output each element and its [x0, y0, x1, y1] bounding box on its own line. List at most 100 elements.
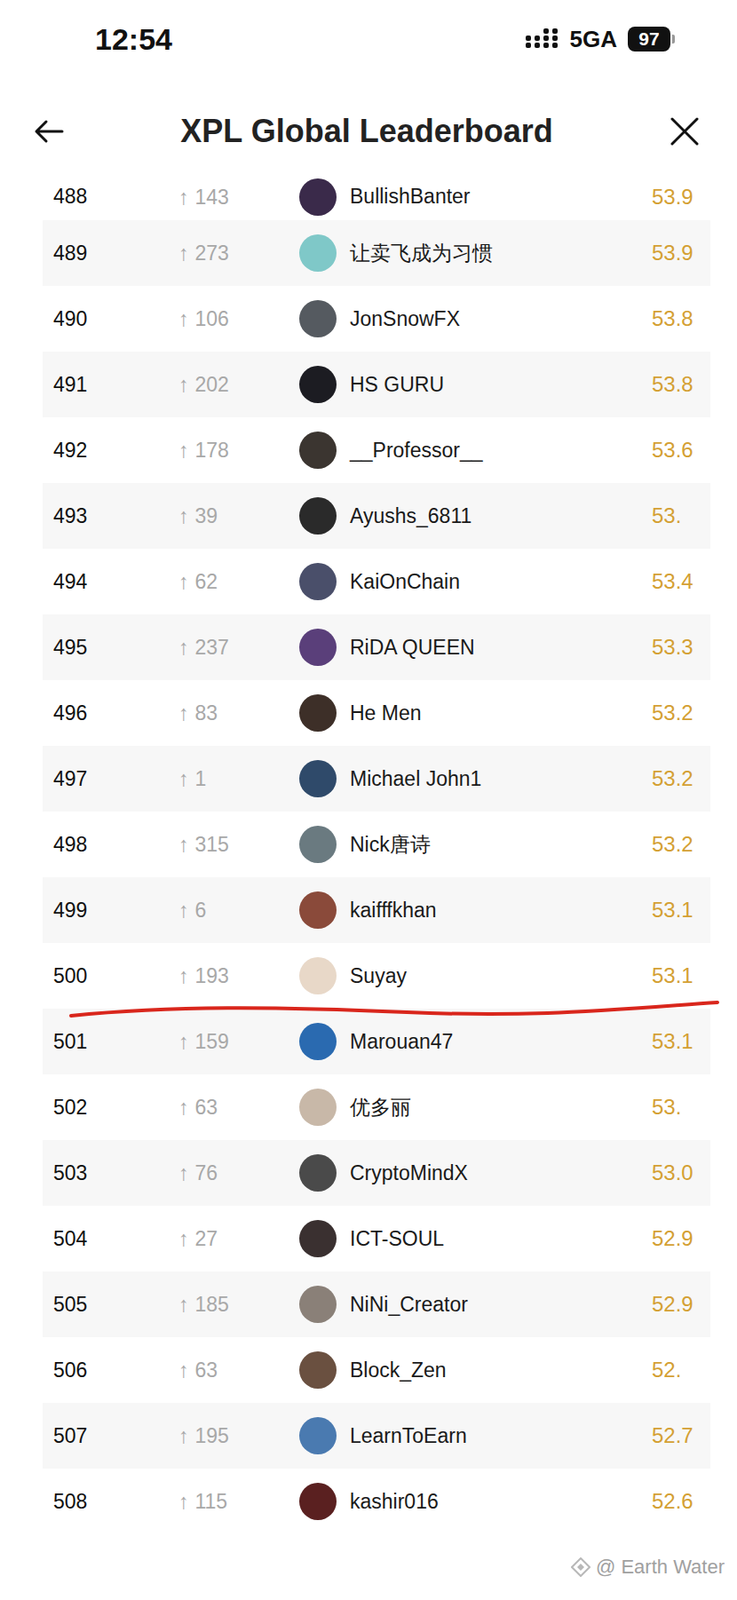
avatar	[299, 1220, 337, 1258]
up-arrow: ↑	[178, 897, 190, 922]
avatar	[299, 891, 337, 929]
rank: 499	[53, 898, 179, 923]
leaderboard-row[interactable]: 503 ↑ 76 CryptoMindX 53.0	[42, 1140, 711, 1206]
leaderboard-row[interactable]: 494 ↑ 62 KaiOnChain 53.4	[42, 548, 711, 615]
up-arrow: ↑	[178, 832, 190, 856]
leaderboard-row[interactable]: 508 ↑ 115 kashir016 52.6	[42, 1468, 711, 1535]
user-name: NiNi_Creator	[336, 1292, 652, 1317]
avatar	[299, 365, 337, 404]
up-arrow: ↑	[178, 184, 190, 209]
battery-level: 97	[627, 26, 671, 52]
user-name: ICT-SOUL	[336, 1227, 652, 1252]
leaderboard-row[interactable]: 504 ↑ 27 ICT-SOUL 52.9	[42, 1205, 711, 1272]
user-name: RiDA QUEEN	[336, 635, 652, 660]
rank: 503	[53, 1161, 179, 1186]
leaderboard-row[interactable]: 507 ↑ 195 LearnToEarn 52.7	[42, 1402, 711, 1469]
leaderboard-row[interactable]: 500 ↑ 193 Suyay 53.1	[42, 943, 711, 1009]
rank-change: ↑ 106	[178, 306, 300, 332]
score: 52.9	[651, 1291, 706, 1317]
user-name: 优多丽	[336, 1093, 652, 1122]
up-arrow: ↑	[178, 766, 190, 791]
user-name: Nick唐诗	[336, 831, 652, 859]
leaderboard-screen: 12:54 5GA 97 XPL Global Leaderboard 488 …	[0, 0, 737, 1600]
up-arrow: ↑	[178, 1094, 190, 1119]
rank: 508	[53, 1489, 179, 1514]
avatar	[299, 1154, 337, 1192]
user-name: LearnToEarn	[336, 1424, 652, 1449]
avatar	[299, 562, 337, 601]
avatar	[299, 1285, 337, 1324]
rank-change: ↑ 83	[178, 700, 300, 726]
rank-change: ↑ 143	[178, 184, 300, 210]
leaderboard-row[interactable]: 498 ↑ 315 Nick唐诗 53.2	[42, 811, 711, 878]
status-time: 12:54	[95, 22, 173, 57]
rank: 493	[53, 504, 179, 529]
rank-change: ↑ 6	[178, 897, 300, 923]
leaderboard-row[interactable]: 502 ↑ 63 优多丽 53.	[42, 1074, 711, 1141]
rank-change: ↑ 62	[178, 569, 300, 595]
score: 52.	[651, 1357, 706, 1383]
watermark-text: @ Earth Water	[595, 1555, 725, 1579]
rank-change: ↑ 185	[178, 1291, 300, 1317]
avatar	[299, 234, 337, 272]
leaderboard-row[interactable]: 506 ↑ 63 Block_Zen 52.	[42, 1337, 711, 1403]
battery-icon: 97	[627, 26, 675, 52]
leaderboard-row[interactable]: 499 ↑ 6 kaifffkhan 53.1	[42, 877, 711, 944]
avatar	[299, 825, 337, 864]
leaderboard-row[interactable]: 490 ↑ 106 JonSnowFX 53.8	[42, 285, 711, 352]
up-arrow: ↑	[178, 1489, 190, 1514]
score: 53.8	[651, 372, 706, 397]
avatar	[299, 957, 337, 995]
leaderboard-row[interactable]: 493 ↑ 39 Ayushs_6811 53.	[42, 483, 711, 549]
rank: 497	[53, 767, 179, 792]
score: 53.9	[651, 184, 706, 210]
header-bar: XPL Global Leaderboard	[0, 95, 737, 174]
avatar	[299, 1022, 337, 1061]
user-name: Ayushs_6811	[336, 504, 652, 529]
rank-change: ↑ 115	[178, 1489, 300, 1514]
rank: 507	[53, 1424, 179, 1449]
watermark-bar: @ Earth Water	[0, 1534, 737, 1600]
rank: 502	[53, 1095, 179, 1120]
leaderboard-row[interactable]: 491 ↑ 202 HS GURU 53.8	[42, 351, 711, 418]
leaderboard-row[interactable]: 488 ↑ 143 BullishBanter 53.9	[42, 173, 711, 221]
score: 53.2	[651, 700, 706, 726]
network-type: 5GA	[570, 25, 618, 54]
up-arrow: ↑	[178, 569, 190, 594]
up-arrow: ↑	[178, 240, 190, 265]
rank: 496	[53, 701, 179, 726]
leaderboard-row[interactable]: 489 ↑ 273 让卖飞成为习惯 53.9	[42, 220, 711, 286]
back-arrow-icon[interactable]	[33, 118, 64, 144]
leaderboard-row[interactable]: 495 ↑ 237 RiDA QUEEN 53.3	[42, 614, 711, 681]
diamond-logo-icon	[570, 1557, 591, 1578]
rank: 495	[53, 635, 179, 660]
user-name: CryptoMindX	[336, 1161, 652, 1186]
leaderboard-list: 488 ↑ 143 BullishBanter 53.9 489 ↑ 273 让…	[42, 173, 711, 1535]
leaderboard-row[interactable]: 505 ↑ 185 NiNi_Creator 52.9	[42, 1271, 711, 1338]
rank: 490	[53, 307, 179, 332]
leaderboard-row[interactable]: 492 ↑ 178 __Professor__ 53.6	[42, 417, 711, 484]
score: 52.6	[651, 1489, 706, 1514]
rank-change: ↑ 76	[178, 1160, 300, 1186]
avatar	[299, 1482, 337, 1521]
up-arrow: ↑	[178, 1226, 190, 1251]
rank: 491	[53, 372, 179, 397]
up-arrow: ↑	[178, 1029, 190, 1054]
up-arrow: ↑	[178, 963, 190, 988]
leaderboard-row[interactable]: 501 ↑ 159 Marouan47 53.1	[42, 1008, 711, 1075]
leaderboard-row[interactable]: 497 ↑ 1 Michael John1 53.2	[42, 745, 711, 812]
rank-change: ↑ 193	[178, 963, 300, 989]
rank: 506	[53, 1358, 179, 1383]
rank-change: ↑ 1	[178, 766, 300, 792]
battery-nub	[672, 34, 675, 44]
up-arrow: ↑	[178, 1357, 190, 1382]
up-arrow: ↑	[178, 372, 190, 397]
rank: 498	[53, 832, 179, 857]
up-arrow: ↑	[178, 634, 190, 659]
leaderboard-row[interactable]: 496 ↑ 83 He Men 53.2	[42, 680, 711, 746]
rank: 489	[53, 241, 179, 266]
close-x-icon[interactable]	[669, 116, 700, 147]
rank-change: ↑ 195	[178, 1423, 300, 1449]
user-name: He Men	[336, 701, 652, 726]
up-arrow: ↑	[178, 700, 190, 725]
